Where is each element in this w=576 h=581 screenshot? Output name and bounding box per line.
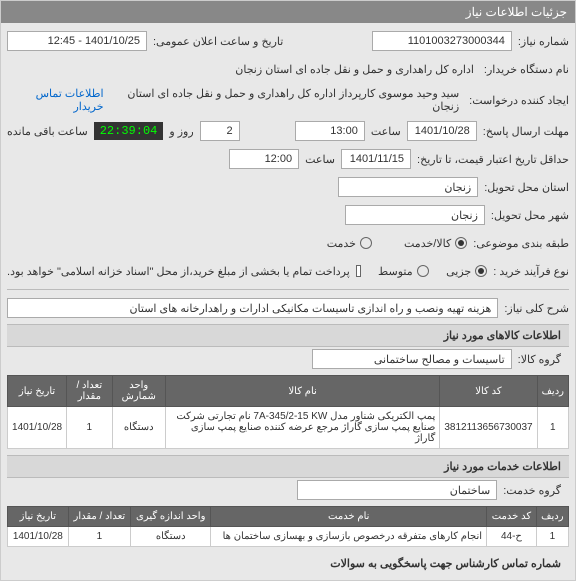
- public-datetime-label: تاریخ و ساعت اعلان عمومی:: [153, 35, 283, 48]
- need-details-panel: جزئیات اطلاعات نیاز شماره نیاز: 11010032…: [0, 0, 576, 581]
- buyer-province-label: استان محل تحویل:: [484, 181, 569, 194]
- category-goods-service-radio[interactable]: کالا/خدمت: [404, 237, 467, 250]
- goods-th-date: تاریخ نیاز: [8, 376, 67, 407]
- goods-info-title: اطلاعات کالاهای مورد نیاز: [7, 324, 569, 347]
- goods-table: ردیف کد کالا نام کالا واحد شمارش تعداد /…: [7, 375, 569, 449]
- purchase-type-medium-radio[interactable]: متوسط: [378, 265, 429, 278]
- panel-body: شماره نیاز: 1101003273000344 تاریخ و ساع…: [1, 23, 575, 580]
- buyer-province-field: زنجان: [338, 177, 478, 197]
- treasury-checkbox[interactable]: [356, 265, 361, 277]
- send-deadline-time: 13:00: [295, 121, 365, 141]
- goods-date: 1401/10/28: [8, 407, 67, 449]
- svc-th-name: نام خدمت: [211, 507, 487, 527]
- goods-code: 3812113656730037: [440, 407, 537, 449]
- service-group-label: گروه خدمت:: [503, 484, 561, 497]
- goods-th-name: نام کالا: [165, 376, 439, 407]
- svc-qty: 1: [68, 527, 130, 547]
- buyer-contact-link[interactable]: اطلاعات تماس خریدار: [7, 87, 104, 113]
- table-row: 1 3812113656730037 پمپ الکتریکی شناور مد…: [8, 407, 569, 449]
- request-creator-label: ایجاد کننده درخواست:: [469, 94, 569, 107]
- buyer-org-label: نام دستگاه خریدار:: [484, 63, 569, 76]
- service-label: خدمت: [327, 237, 356, 250]
- svc-code: ح-44: [487, 527, 537, 547]
- goods-group-label: گروه کالا:: [518, 353, 561, 366]
- days-left-field: 2: [200, 121, 240, 141]
- radio-checked-icon: [475, 265, 487, 277]
- goods-th-qty: تعداد / مقدار: [67, 376, 112, 407]
- day-and-label: روز و: [169, 125, 193, 138]
- send-deadline-label: مهلت ارسال پاسخ:: [483, 125, 569, 138]
- radio-unchecked-icon: [360, 237, 372, 249]
- hour-label-2: ساعت: [305, 153, 335, 166]
- goods-th-idx: ردیف: [537, 376, 568, 407]
- expert-phone-label: شماره تماس کارشناس جهت پاسخگویی به سوالا…: [7, 553, 569, 574]
- payment-note-label: پرداخت تمام یا بخشی از مبلغ خرید،از محل …: [7, 265, 350, 278]
- price-deadline-time: 12:00: [229, 149, 299, 169]
- countdown-timer: 22:39:04: [94, 122, 164, 140]
- svc-date: 1401/10/28: [8, 527, 69, 547]
- remaining-label: ساعت باقی مانده: [7, 125, 88, 138]
- svc-th-qty: تعداد / مقدار: [68, 507, 130, 527]
- goods-th-code: کد کالا: [440, 376, 537, 407]
- send-deadline-date: 1401/10/28: [407, 121, 477, 141]
- purchase-type-partial-radio[interactable]: جزیی: [446, 265, 487, 278]
- goods-th-unit: واحد شمارش: [112, 376, 165, 407]
- category-service-radio[interactable]: خدمت: [327, 237, 372, 250]
- medium-label: متوسط: [378, 265, 413, 278]
- hour-label-1: ساعت: [371, 125, 401, 138]
- need-number-label: شماره نیاز:: [518, 35, 569, 48]
- services-table: ردیف کد خدمت نام خدمت واحد اندازه گیری ت…: [7, 506, 569, 547]
- request-creator-value: سید وحید موسوی کارپرداز اداره کل راهداری…: [110, 85, 464, 115]
- radio-unchecked-icon: [417, 265, 429, 277]
- panel-title: جزئیات اطلاعات نیاز: [1, 1, 575, 23]
- buyer-city-label: شهر محل تحویل:: [491, 209, 569, 222]
- price-deadline-label: حداقل تاریخ اعتبار قیمت، تا تاریخ:: [417, 153, 569, 166]
- svc-th-unit: واحد اندازه گیری: [131, 507, 211, 527]
- table-row: 1 ح-44 انجام کارهای متفرقه درخصوص بازساز…: [8, 527, 569, 547]
- services-info-title: اطلاعات خدمات مورد نیاز: [7, 455, 569, 478]
- svc-unit: دستگاه: [131, 527, 211, 547]
- general-desc-field: هزینه تهیه ونصب و راه اندازی تاسیسات مکا…: [7, 298, 498, 318]
- need-number-field: 1101003273000344: [372, 31, 512, 51]
- service-group-field: ساختمان: [297, 480, 497, 500]
- svc-idx: 1: [536, 527, 568, 547]
- goods-unit: دستگاه: [112, 407, 165, 449]
- radio-checked-icon: [455, 237, 467, 249]
- category-label: طبقه بندی موضوعی:: [473, 237, 569, 250]
- buyer-city-field: زنجان: [345, 205, 485, 225]
- svc-th-date: تاریخ نیاز: [8, 507, 69, 527]
- goods-idx: 1: [537, 407, 568, 449]
- goods-service-label: کالا/خدمت: [404, 237, 451, 250]
- svc-name: انجام کارهای متفرقه درخصوص بازسازی و بهس…: [211, 527, 487, 547]
- svc-th-idx: ردیف: [536, 507, 568, 527]
- goods-group-field: تاسیسات و مصالح ساختمانی: [312, 349, 512, 369]
- general-desc-label: شرح کلی نیاز:: [504, 302, 569, 315]
- buyer-org-value: اداره کل راهداری و حمل و نقل جاده ای است…: [231, 61, 478, 78]
- price-deadline-date: 1401/11/15: [341, 149, 411, 169]
- goods-qty: 1: [67, 407, 112, 449]
- goods-name: پمپ الکتریکی شناور مدل 7A-345/2-15 KW نا…: [165, 407, 439, 449]
- public-datetime-field: 1401/10/25 - 12:45: [7, 31, 147, 51]
- purchase-type-label: نوع فرآیند خرید :: [493, 265, 569, 278]
- svc-th-code: کد خدمت: [487, 507, 537, 527]
- partial-label: جزیی: [446, 265, 471, 278]
